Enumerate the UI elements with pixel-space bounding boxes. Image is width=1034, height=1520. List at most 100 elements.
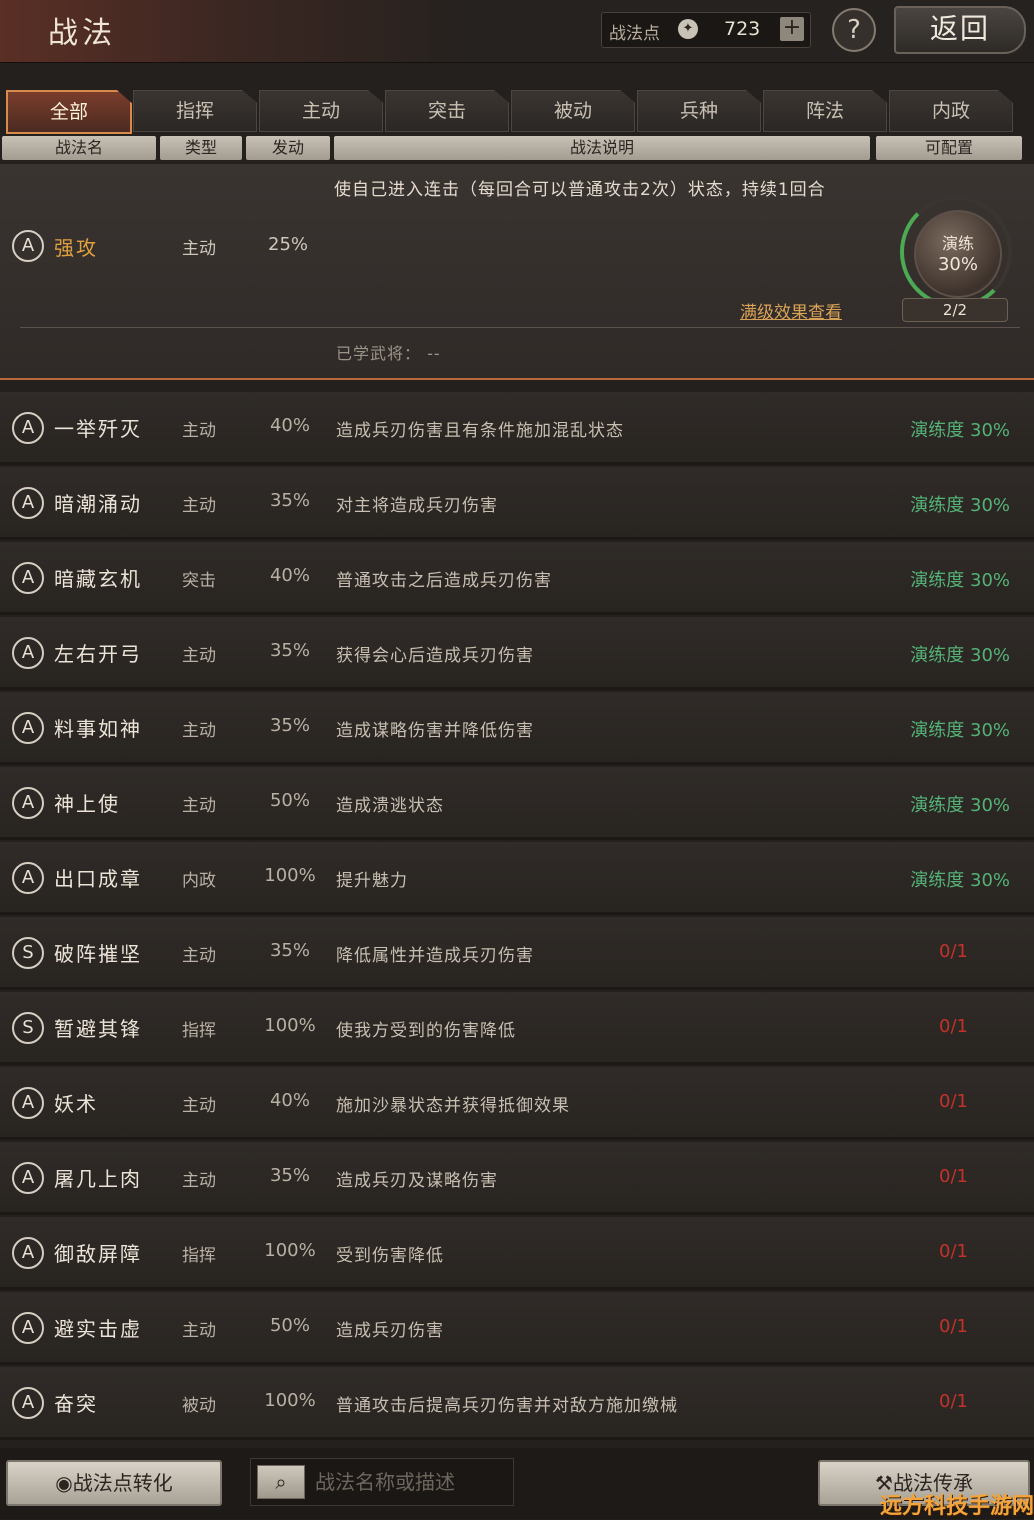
column-header-config[interactable]: 可配置 bbox=[876, 136, 1022, 160]
max-level-effect-link[interactable]: 满级效果查看 bbox=[740, 298, 842, 323]
drill-count: 2/2 bbox=[902, 298, 1008, 322]
tab-all[interactable]: 全部 bbox=[6, 90, 132, 134]
search-input[interactable] bbox=[313, 1467, 507, 1497]
tab-command[interactable]: 指挥 bbox=[133, 90, 257, 132]
tactic-description: 造成兵刃及谋略伤害 bbox=[336, 1171, 498, 1191]
drill-status: 演练度 30% bbox=[910, 720, 1010, 741]
tactic-name: 神上使 bbox=[54, 792, 120, 816]
tactic-description: 受到伤害降低 bbox=[336, 1246, 444, 1266]
grade-badge: A bbox=[12, 487, 44, 519]
grade-badge: A bbox=[12, 562, 44, 594]
grade-badge: A bbox=[12, 862, 44, 894]
add-points-button[interactable]: + bbox=[780, 17, 804, 41]
tab-troop[interactable]: 兵种 bbox=[637, 90, 761, 132]
tactic-type: 主动 bbox=[182, 1096, 216, 1116]
tactic-type: 主动 bbox=[182, 646, 216, 666]
table-row[interactable]: A 屠几上肉 主动 35% 造成兵刃及谋略伤害 0/1 bbox=[0, 1142, 1034, 1215]
grade-badge: A bbox=[12, 1237, 44, 1269]
grade-badge: A bbox=[12, 1162, 44, 1194]
table-row[interactable]: S 暂避其锋 指挥 100% 使我方受到的伤害降低 0/1 bbox=[0, 992, 1034, 1065]
tactic-name: 屠几上肉 bbox=[54, 1167, 142, 1191]
table-row[interactable]: A 暗藏玄机 突击 40% 普通攻击之后造成兵刃伤害 演练度 30% bbox=[0, 542, 1034, 615]
tab-formation[interactable]: 阵法 bbox=[763, 90, 887, 132]
drill-label: 演练 bbox=[941, 234, 974, 253]
learned-generals: 已学武将： -- bbox=[336, 344, 441, 363]
tactic-description: 施加沙暴状态并获得抵御效果 bbox=[336, 1096, 570, 1116]
drill-status: 演练度 30% bbox=[910, 495, 1010, 516]
tactic-description: 造成溃逃状态 bbox=[336, 796, 444, 816]
divider bbox=[20, 327, 1020, 328]
tactic-name: 妖术 bbox=[54, 1092, 98, 1116]
table-row[interactable]: S 破阵摧坚 主动 35% 降低属性并造成兵刃伤害 0/1 bbox=[0, 917, 1034, 990]
search-box: ⌕ bbox=[250, 1458, 514, 1506]
drill-status: 演练度 30% bbox=[910, 870, 1010, 891]
tactic-rate: 100% bbox=[264, 1240, 316, 1261]
points-value: 723 bbox=[724, 18, 761, 40]
table-row[interactable]: A 一举歼灭 主动 40% 造成兵刃伤害且有条件施加混乱状态 演练度 30% bbox=[0, 392, 1034, 465]
tactic-description: 造成谋略伤害并降低伤害 bbox=[336, 721, 534, 741]
grade-badge: A bbox=[12, 1387, 44, 1419]
tactic-type: 主动 bbox=[182, 1171, 216, 1191]
tactic-name: 破阵摧坚 bbox=[54, 942, 142, 966]
table-row[interactable]: A 料事如神 主动 35% 造成谋略伤害并降低伤害 演练度 30% bbox=[0, 692, 1034, 765]
tactic-name: 御敌屏障 bbox=[54, 1242, 142, 1266]
selected-tactic-row[interactable]: A 强攻 主动 25% 使自己进入连击（每回合可以普通攻击2次）状态，持续1回合… bbox=[0, 164, 1034, 380]
help-button[interactable]: ? bbox=[832, 8, 876, 52]
tactic-type: 被动 bbox=[182, 1396, 216, 1416]
grade-badge: A bbox=[12, 1087, 44, 1119]
ownership-status: 0/1 bbox=[939, 1316, 968, 1337]
tactic-name: 避实击虚 bbox=[54, 1317, 142, 1341]
tab-internal[interactable]: 内政 bbox=[889, 90, 1013, 132]
search-icon[interactable]: ⌕ bbox=[257, 1465, 305, 1499]
tactic-name: 一举歼灭 bbox=[54, 417, 142, 441]
tactic-name: 暗藏玄机 bbox=[54, 567, 142, 591]
grade-badge: A bbox=[12, 412, 44, 444]
table-row[interactable]: A 避实击虚 主动 50% 造成兵刃伤害 0/1 bbox=[0, 1292, 1034, 1365]
tactic-rate: 35% bbox=[269, 940, 310, 961]
compass-icon: ✦ bbox=[678, 19, 698, 39]
tactic-description: 使我方受到的伤害降低 bbox=[336, 1021, 516, 1041]
tactic-description: 普通攻击后提高兵刃伤害并对敌方施加缴械 bbox=[336, 1396, 678, 1416]
table-row[interactable]: A 出口成章 内政 100% 提升魅力 演练度 30% bbox=[0, 842, 1034, 915]
convert-points-button[interactable]: ◉战法点转化 bbox=[6, 1460, 222, 1506]
table-row[interactable]: A 妖术 主动 40% 施加沙暴状态并获得抵御效果 0/1 bbox=[0, 1067, 1034, 1140]
table-row[interactable]: A 奋突 被动 100% 普通攻击后提高兵刃伤害并对敌方施加缴械 0/1 bbox=[0, 1367, 1034, 1440]
tactic-rate: 35% bbox=[269, 1165, 310, 1186]
grade-badge: S bbox=[12, 937, 44, 969]
tactic-type: 指挥 bbox=[182, 1246, 216, 1266]
tactic-type: 主动 bbox=[182, 496, 216, 516]
tactic-description: 降低属性并造成兵刃伤害 bbox=[336, 946, 534, 966]
tactic-type: 指挥 bbox=[182, 1021, 216, 1041]
table-row[interactable]: A 暗潮涌动 主动 35% 对主将造成兵刃伤害 演练度 30% bbox=[0, 467, 1034, 540]
bottom-bar: ◉战法点转化 ⌕ ⚒战法传承 bbox=[0, 1448, 1034, 1519]
tactic-rate: 100% bbox=[264, 1390, 316, 1411]
tactic-type: 突击 bbox=[182, 571, 216, 591]
column-header-name[interactable]: 战法名 bbox=[2, 136, 156, 160]
tab-passive[interactable]: 被动 bbox=[511, 90, 635, 132]
tactic-name: 暂避其锋 bbox=[54, 1017, 142, 1041]
tactic-name: 左右开弓 bbox=[54, 642, 142, 666]
table-row[interactable]: A 左右开弓 主动 35% 获得会心后造成兵刃伤害 演练度 30% bbox=[0, 617, 1034, 690]
ownership-status: 0/1 bbox=[939, 1016, 968, 1037]
tab-assault[interactable]: 突击 bbox=[385, 90, 509, 132]
column-header-rate[interactable]: 发动 bbox=[246, 136, 330, 160]
tactic-description: 提升魅力 bbox=[336, 871, 408, 891]
tactic-rate: 35% bbox=[269, 490, 310, 511]
drill-circle: 演练 30% bbox=[914, 210, 1002, 298]
back-button[interactable]: 返回 bbox=[894, 6, 1026, 54]
tactic-description: 使自己进入连击（每回合可以普通攻击2次）状态，持续1回合 bbox=[334, 180, 826, 200]
table-row[interactable]: A 御敌屏障 指挥 100% 受到伤害降低 0/1 bbox=[0, 1217, 1034, 1290]
drill-button[interactable]: 演练 30% 2/2 bbox=[898, 194, 1014, 322]
category-tabs: 全部 指挥 主动 突击 被动 兵种 阵法 内政 bbox=[6, 90, 1028, 134]
column-header-desc: 战法说明 bbox=[334, 136, 870, 160]
table-row[interactable]: A 神上使 主动 50% 造成溃逃状态 演练度 30% bbox=[0, 767, 1034, 840]
drill-status: 演练度 30% bbox=[910, 795, 1010, 816]
tab-active[interactable]: 主动 bbox=[259, 90, 383, 132]
drill-status: 演练度 30% bbox=[910, 570, 1010, 591]
grade-badge: A bbox=[12, 1312, 44, 1344]
drill-status: 演练度 30% bbox=[910, 420, 1010, 441]
page-title: 战法 bbox=[48, 16, 116, 51]
grade-badge: S bbox=[12, 1012, 44, 1044]
column-header-type[interactable]: 类型 bbox=[160, 136, 242, 160]
tactic-type: 主动 bbox=[182, 421, 216, 441]
